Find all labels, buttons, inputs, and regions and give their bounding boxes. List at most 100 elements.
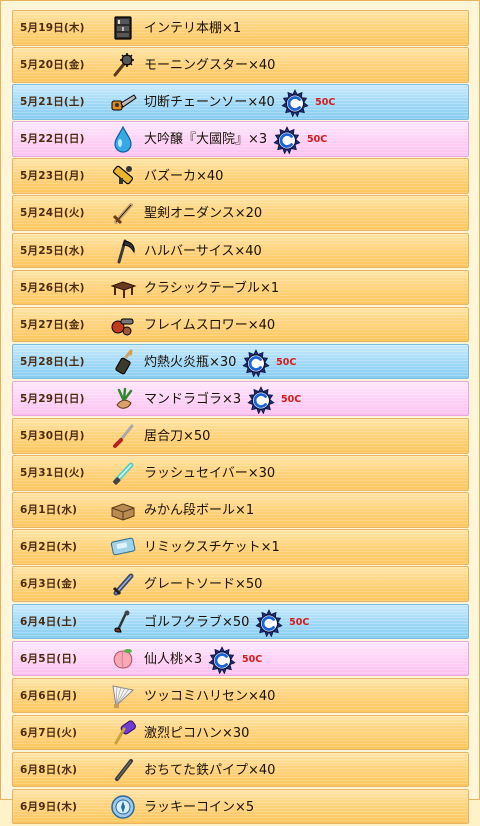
schedule-row: 5月21日(土) 切断チェーンソー×40 50C: [12, 84, 469, 120]
row-price: 50C: [276, 356, 297, 368]
flamethrower-icon: [109, 311, 137, 339]
c-coin-badge-icon: [247, 386, 275, 414]
table-icon: [109, 274, 137, 302]
schedule-row: 6月5日(日) 仙人桃×3 50C: [12, 640, 469, 677]
cardboard-box-icon: [109, 496, 137, 524]
row-date: 5月20日(金): [20, 59, 85, 72]
c-coin-badge-icon: [208, 645, 236, 674]
ticket-icon: [109, 533, 137, 561]
row-date: 5月23日(月): [20, 170, 85, 183]
row-price: 50C: [307, 134, 328, 146]
schedule-row: 6月2日(木) リミックスチケット×1: [12, 529, 469, 565]
row-item-name: 聖剣オニダンス×20: [144, 206, 263, 222]
row-item-name: リミックスチケット×1: [144, 540, 280, 556]
schedule-row: 5月30日(月) 居合刀×50: [12, 418, 469, 454]
row-date: 6月2日(木): [20, 541, 78, 554]
scythe-icon: [109, 237, 137, 265]
row-date: 5月21日(土): [20, 96, 85, 109]
row-item-name: フレイムスロワー×40: [144, 317, 276, 333]
lucky-coin-icon: [109, 793, 137, 821]
schedule-row: 5月28日(土) 灼熱火炎瓶×30 50C: [12, 343, 469, 380]
row-price: 50C: [289, 616, 310, 628]
row-item-name: マンドラゴラ×3: [144, 391, 242, 407]
c-coin-badge-icon: [242, 348, 270, 377]
row-item-name: ハルバーサイス×40: [144, 243, 262, 259]
row-date: 5月29日(日): [20, 392, 85, 405]
schedule-row: 6月6日(月) ツッコミハリセン×40: [12, 677, 469, 714]
great-sword-icon: [109, 570, 137, 598]
peach-icon: [109, 645, 137, 673]
schedule-frame: 5月19日(木) インテリ本棚×1 5月20日(金) モーニングスター×40 5月21日…: [0, 0, 480, 825]
saber-icon: [109, 459, 137, 487]
sword-icon: [109, 199, 137, 227]
row-date: 5月30日(月): [20, 430, 85, 443]
row-item-name: 灼熱火炎瓶×30: [144, 354, 237, 370]
row-item-name: みかん段ボール×1: [144, 503, 255, 519]
paper-fan-icon: [109, 682, 137, 710]
row-date: 5月22日(日): [20, 133, 85, 146]
schedule-row: 5月29日(日) マンドラゴラ×3 50C: [12, 380, 469, 417]
row-date: 6月3日(金): [20, 578, 78, 591]
toy-hammer-icon: [109, 719, 137, 747]
mandrake-icon: [109, 385, 137, 413]
row-item-name: ツッコミハリセン×40: [144, 688, 276, 704]
katana-icon: [109, 422, 137, 450]
schedule-row: 6月3日(金) グレートソード×50: [12, 566, 469, 602]
row-date: 6月7日(火): [20, 726, 78, 739]
schedule-row: 6月1日(水) みかん段ボール×1: [12, 492, 469, 528]
daily-item-list: 5月19日(木) インテリ本棚×1 5月20日(金) モーニングスター×40 5月21日…: [12, 10, 469, 826]
row-item-name: 大吟醸『大國院』×3: [144, 132, 268, 148]
schedule-row: 6月7日(火) 激烈ピコハン×30: [12, 714, 469, 751]
schedule-row: 5月24日(火) 聖剣オニダンス×20: [12, 195, 469, 231]
row-item-name: おちてた鉄パイプ×40: [144, 762, 276, 778]
row-date: 5月28日(土): [20, 355, 85, 368]
row-item-name: 切断チェーンソー×40: [144, 95, 275, 111]
row-price: 50C: [281, 393, 302, 405]
iron-pipe-icon: [109, 756, 137, 784]
row-date: 6月5日(日): [20, 652, 78, 665]
schedule-row: 6月9日(木) ラッキーコイン×5: [12, 788, 469, 825]
schedule-row: 5月22日(日) 大吟醸『大國院』×3 50C: [12, 121, 469, 157]
schedule-row: 6月8日(水) おちてた鉄パイプ×40: [12, 751, 469, 788]
schedule-row: 5月25日(水) ハルバーサイス×40: [12, 232, 469, 269]
row-date: 5月19日(木): [20, 22, 85, 34]
row-date: 5月27日(金): [20, 318, 85, 331]
row-item-name: インテリ本棚×1: [144, 21, 242, 36]
row-item-name: グレートソード×50: [144, 577, 263, 593]
schedule-row: 5月19日(木) インテリ本棚×1: [12, 10, 469, 46]
row-date: 6月6日(月): [20, 689, 78, 702]
water-drop-icon: [109, 125, 137, 153]
row-item-name: 居合刀×50: [144, 429, 211, 445]
fire-bottle-icon: [109, 348, 137, 376]
schedule-row: 5月23日(月) バズーカ×40: [12, 158, 469, 194]
row-date: 5月24日(火): [20, 207, 85, 220]
bookshelf-icon: [109, 14, 137, 42]
row-date: 5月31日(火): [20, 467, 85, 480]
schedule-row: 5月26日(木) クラシックテーブル×1: [12, 269, 469, 306]
schedule-row: 5月20日(金) モーニングスター×40: [12, 47, 469, 83]
row-item-name: ゴルフクラブ×50: [144, 614, 250, 630]
schedule-row: 6月4日(土) ゴルフクラブ×50 50C: [12, 603, 469, 639]
c-coin-badge-icon: [255, 608, 283, 637]
chainsaw-icon: [109, 88, 137, 116]
row-item-name: 仙人桃×3: [144, 651, 203, 667]
golf-club-icon: [109, 608, 137, 636]
row-item-name: クラシックテーブル×1: [144, 280, 280, 296]
row-date: 5月25日(水): [20, 244, 85, 257]
schedule-row: 5月31日(火) ラッシュセイバー×30: [12, 455, 469, 491]
row-date: 6月9日(木): [20, 800, 78, 813]
c-coin-badge-icon: [281, 89, 309, 118]
row-item-name: ラッキーコイン×5: [144, 799, 255, 815]
row-price: 50C: [242, 653, 263, 665]
schedule-row: 5月27日(金) フレイムスロワー×40: [12, 306, 469, 343]
row-date: 6月4日(土): [20, 615, 78, 628]
row-item-name: バズーカ×40: [144, 169, 224, 185]
row-date: 5月26日(木): [20, 281, 85, 294]
row-date: 6月8日(水): [20, 763, 78, 776]
row-item-name: 激烈ピコハン×30: [144, 725, 250, 741]
row-item-name: ラッシュセイバー×30: [144, 466, 276, 482]
morning-star-icon: [109, 51, 137, 79]
row-item-name: モーニングスター×40: [144, 58, 276, 74]
bazooka-icon: [109, 162, 137, 190]
c-coin-badge-icon: [273, 126, 301, 155]
